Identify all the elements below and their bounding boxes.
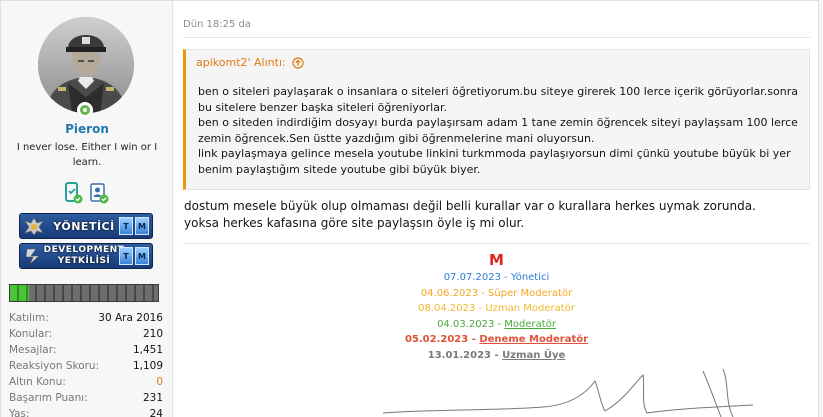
role-date: 13.01.2023 bbox=[427, 349, 491, 361]
rank-label: DEVELOPMENT YETKİLİSİ bbox=[43, 245, 125, 266]
user-panel: Pieron I never lose. Either I win or I l… bbox=[1, 1, 173, 417]
rank-tag: M bbox=[135, 247, 149, 265]
stat-achievement-points: Başarım Puanı: 231 bbox=[9, 390, 163, 406]
stat-age: Yaş: 24 bbox=[9, 406, 163, 417]
message-post: Pieron I never lose. Either I win or I l… bbox=[0, 0, 819, 417]
role-date: 04.03.2023 bbox=[437, 318, 495, 330]
role-date: 05.02.2023 bbox=[404, 334, 469, 345]
signature-logo: M bbox=[489, 251, 504, 269]
quote-content: ben o siteleri paylaşarak o insanlara o … bbox=[198, 84, 803, 177]
quote-block: apikomt2' Alıntı: ben o siteleri paylaşa… bbox=[183, 49, 810, 190]
avatar[interactable] bbox=[38, 17, 134, 113]
role-name: Süper Moderatör bbox=[488, 287, 573, 299]
stat-messages: Mesajlar: 1,451 bbox=[9, 342, 163, 358]
stat-label: Konular: bbox=[9, 328, 53, 340]
quote-author[interactable]: apikomt2' Alıntı: bbox=[196, 56, 286, 69]
user-title: I never lose. Either I win or I learn. bbox=[16, 142, 158, 168]
stat-value: 24 bbox=[149, 408, 163, 417]
wings-emblem-icon bbox=[24, 217, 44, 236]
role-name: Uzman Moderatör bbox=[485, 303, 575, 314]
rank-banner-development: DEVELOPMENT YETKİLİSİ T M bbox=[19, 243, 153, 269]
phone-check-icon[interactable] bbox=[63, 182, 83, 204]
quote-header[interactable]: apikomt2' Alıntı: bbox=[196, 56, 304, 69]
stat-gold-threads: Altın Konu: 0 bbox=[9, 374, 163, 390]
arrow-up-circle-icon[interactable] bbox=[292, 56, 304, 69]
rank-tag: T bbox=[119, 217, 133, 235]
role-name-link[interactable]: Deneme Moderatör bbox=[479, 334, 588, 345]
stat-label: Başarım Puanı: bbox=[9, 392, 88, 404]
rank-tag: M bbox=[135, 217, 149, 235]
stat-label: Mesajlar: bbox=[9, 344, 57, 356]
stat-value[interactable]: 231 bbox=[143, 390, 163, 406]
stat-value: 30 Ara 2016 bbox=[98, 312, 163, 324]
post-date[interactable]: Dün 18:25 da bbox=[183, 19, 251, 30]
divider bbox=[183, 37, 810, 38]
user-stats: Katılım: 30 Ara 2016 Konular: 210 Mesajl… bbox=[9, 310, 163, 417]
quote-line: ben o siteleri paylaşarak o insanlara o … bbox=[198, 85, 798, 114]
level-progress-fill bbox=[10, 285, 30, 301]
message-line: dostum mesele büyük olup olmaması değil … bbox=[184, 199, 756, 213]
stat-value[interactable]: 1,451 bbox=[133, 342, 163, 358]
code-emblem-icon bbox=[25, 248, 40, 265]
role-history: 07.07.2023 - Yönetici 04.06.2023 - Süper… bbox=[183, 270, 810, 363]
signature-scribble bbox=[382, 368, 754, 417]
stat-label: Altın Konu: bbox=[9, 376, 66, 388]
role-history-item: 05.02.2023 - Deneme Moderatör bbox=[404, 334, 589, 345]
online-status-icon bbox=[77, 102, 93, 118]
stat-label: Yaş: bbox=[9, 408, 30, 417]
role-name: Yönetici bbox=[510, 272, 550, 283]
stat-join-date: Katılım: 30 Ara 2016 bbox=[9, 310, 163, 326]
message-body: Dün 18:25 da apikomt2' Alıntı: ben o sit… bbox=[173, 1, 820, 417]
quote-line: ben o siteden indirdiğim dosyayı burda p… bbox=[198, 116, 798, 145]
level-progress-bar bbox=[9, 284, 159, 302]
message-text: dostum mesele büyük olup olmaması değil … bbox=[184, 198, 804, 232]
stat-label: Katılım: bbox=[9, 312, 49, 324]
rank-tag: T bbox=[119, 247, 133, 265]
role-history-item: 04.03.2023 - Moderatör bbox=[437, 318, 556, 330]
quote-line: link paylaşmaya gelince mesela youtube l… bbox=[198, 147, 791, 176]
role-history-item: 08.04.2023 - Uzman Moderatör bbox=[418, 303, 575, 314]
signature-divider bbox=[183, 243, 810, 244]
username[interactable]: Pieron bbox=[1, 122, 173, 136]
role-date: 08.04.2023 bbox=[418, 303, 476, 314]
signature: M 07.07.2023 - Yönetici 04.06.2023 - Süp… bbox=[183, 250, 810, 363]
id-card-check-icon[interactable] bbox=[89, 182, 109, 204]
role-history-item: 04.06.2023 - Süper Moderatör bbox=[420, 287, 573, 299]
role-name-link[interactable]: Moderatör bbox=[504, 319, 556, 330]
stat-value: 0 bbox=[156, 376, 163, 388]
rank-label: YÖNETİCİ bbox=[53, 219, 115, 233]
rank-banner-admin: YÖNETİCİ T M bbox=[19, 213, 153, 239]
message-line: yoksa herkes kafasına göre site paylaşsı… bbox=[184, 216, 525, 230]
role-name-link[interactable]: Uzman Üye bbox=[502, 350, 565, 361]
stat-value[interactable]: 210 bbox=[143, 326, 163, 342]
stat-threads: Konular: 210 bbox=[9, 326, 163, 342]
role-date: 07.07.2023 bbox=[443, 272, 501, 283]
stat-value: 1,109 bbox=[132, 360, 163, 372]
stat-reaction-score: Reaksiyon Skoru: 1,109 bbox=[9, 358, 163, 374]
role-date: 04.06.2023 bbox=[420, 287, 479, 299]
role-history-item: 07.07.2023 - Yönetici bbox=[443, 272, 550, 283]
stat-label: Reaksiyon Skoru: bbox=[9, 360, 100, 372]
